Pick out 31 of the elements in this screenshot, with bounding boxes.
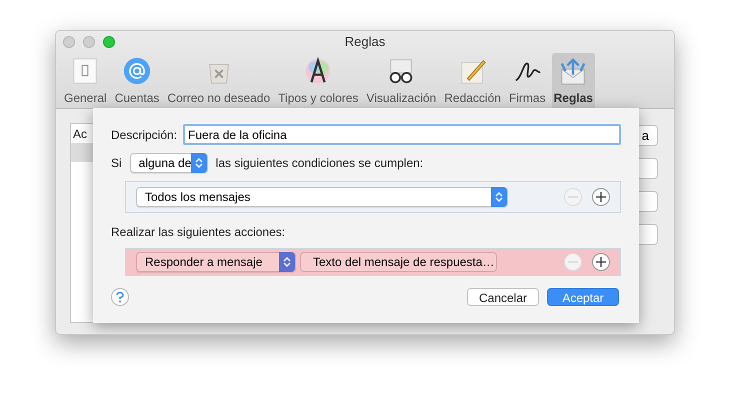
condition-label: las siguientes condiciones se cumplen: [216,155,424,172]
close-button[interactable] [63,36,75,48]
popup-button[interactable]: Responder a mensaje [136,252,296,272]
chevron-icon [195,157,204,169]
chevron-icon [283,256,291,268]
zoom-button[interactable] [103,36,115,48]
toolbar-button[interactable]: Firmas [506,53,548,108]
toolbar-button[interactable]: Redacción [442,53,503,108]
help-button[interactable] [111,288,129,306]
toolbar-button[interactable]: Cuentas [112,53,162,108]
minimize-button[interactable] [83,36,95,48]
condition-label: Si [111,155,122,172]
field-label: Descripción: [111,126,178,144]
toolbar-button[interactable]: Correo no deseado [165,53,272,108]
description-field[interactable]: Fuera de la oficina [183,124,621,145]
plus-icon [595,256,607,268]
cancel-button[interactable]: Cancelar [467,288,539,306]
toolbar-button[interactable]: Tipos y colores [276,53,360,108]
plus-icon [595,191,607,203]
toolbar-button[interactable]: Visualización [364,53,438,108]
toolbar-button[interactable]: Reglas [552,53,595,108]
text-button[interactable]: Texto del mensaje de respuesta… [300,252,497,272]
popup-button[interactable]: Todos los mensajes [136,187,508,207]
column-header: Ac [73,126,88,142]
help-icon [116,292,124,302]
accept-button[interactable]: Aceptar [547,288,619,306]
popup-button[interactable]: alguna de [130,153,208,173]
section-label: Realizar las siguientes acciones: [111,224,286,241]
window-title: Reglas [344,33,386,52]
chevron-icon [495,191,503,203]
toolbar-button[interactable]: General [62,53,109,108]
